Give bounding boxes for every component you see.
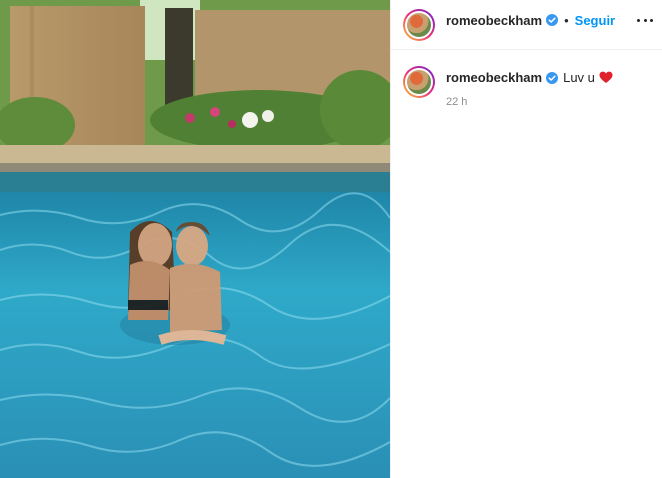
verified-badge-icon [546,14,559,26]
more-options-icon[interactable] [635,12,655,28]
avatar[interactable] [403,9,435,41]
heart-icon [599,71,613,83]
header-username-link[interactable]: romeobeckham [446,13,542,28]
caption-row: romeobeckham Luv u [446,70,613,85]
caption-username-link[interactable]: romeobeckham [446,70,542,85]
pool-scene-image [0,0,390,478]
verified-badge-icon [546,71,559,84]
post-header: romeobeckham • Seguir [391,0,662,50]
post-side-panel: romeobeckham • Seguir romeobeckham Luv u… [390,0,662,478]
post-timestamp[interactable]: 22 h [446,96,467,108]
header-user-row: romeobeckham • Seguir [446,12,615,28]
separator-dot: • [564,12,569,28]
follow-button[interactable]: Seguir [575,13,615,28]
post-photo[interactable] [0,0,390,478]
caption-text: Luv u [563,70,595,85]
caption-avatar[interactable] [403,66,435,98]
